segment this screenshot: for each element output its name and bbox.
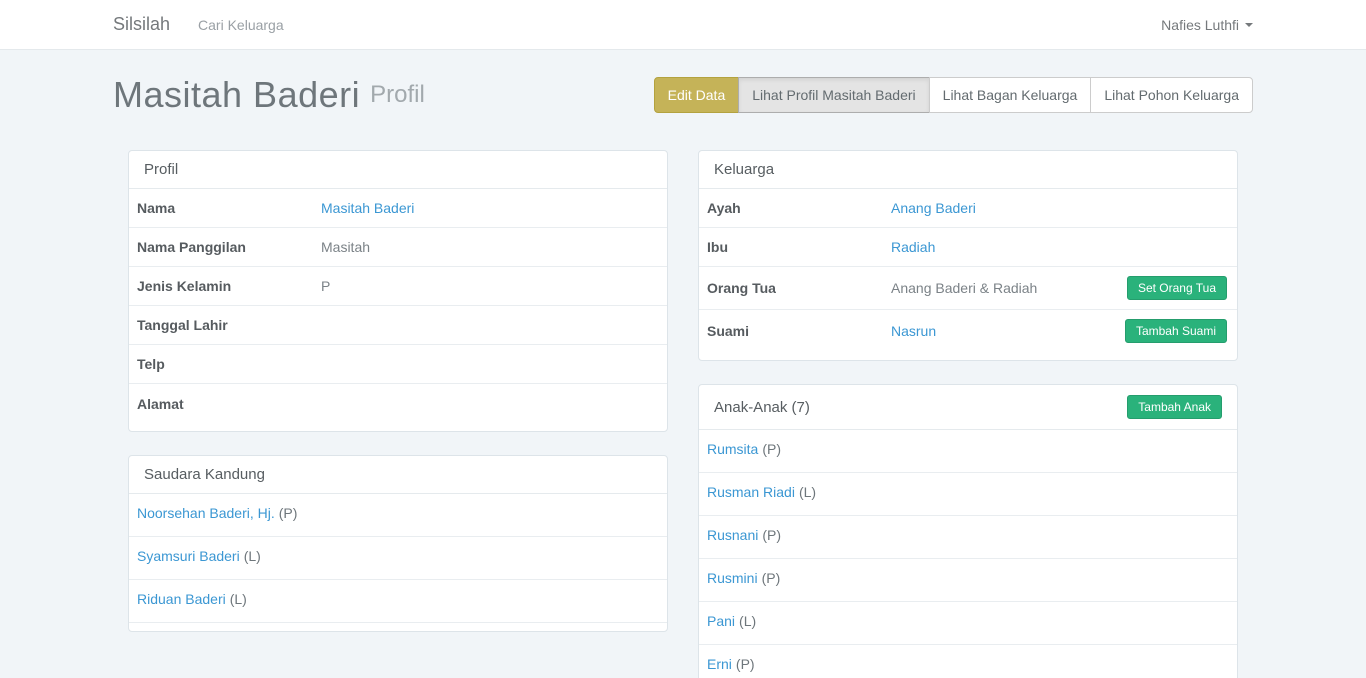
- suami-link[interactable]: Nasrun: [891, 323, 936, 339]
- row-ayah: Ayah Anang Baderi: [699, 189, 1237, 228]
- gender-label: (L): [739, 613, 756, 629]
- row-nama: Nama Masitah Baderi: [129, 189, 667, 228]
- saudara-panel-title: Saudara Kandung: [144, 466, 652, 483]
- row-label: Nama Panggilan: [137, 239, 321, 255]
- profil-panel-title: Profil: [144, 161, 652, 178]
- sibling-row: Syamsuri Baderi(L): [129, 537, 667, 580]
- row-tanggal-lahir: Tanggal Lahir: [129, 306, 667, 345]
- page-title: Masitah Baderi: [113, 74, 360, 116]
- child-link[interactable]: Rusnani: [707, 527, 758, 543]
- user-name: Nafies Luthfi: [1161, 17, 1239, 33]
- keluarga-panel-heading: Keluarga: [699, 151, 1237, 189]
- keluarga-panel-title: Keluarga: [714, 161, 1222, 178]
- anak-panel-heading: Anak-Anak (7) Tambah Anak: [699, 385, 1237, 430]
- child-row: Pani(L): [699, 602, 1237, 645]
- saudara-kandung-panel: Saudara Kandung Noorsehan Baderi, Hj.(P)…: [128, 455, 668, 632]
- gender-label: (L): [230, 591, 247, 607]
- lihat-bagan-button[interactable]: Lihat Bagan Keluarga: [929, 77, 1092, 113]
- row-label: Alamat: [137, 396, 321, 412]
- nama-link[interactable]: Masitah Baderi: [321, 200, 414, 216]
- row-telp: Telp: [129, 345, 667, 384]
- gender-label: (L): [799, 484, 816, 500]
- sibling-row: Noorsehan Baderi, Hj.(P): [129, 494, 667, 537]
- anak-panel-title: Anak-Anak (7): [714, 399, 1127, 416]
- sibling-row: Riduan Baderi(L): [129, 580, 667, 623]
- saudara-panel-heading: Saudara Kandung: [129, 456, 667, 494]
- set-orang-tua-button[interactable]: Set Orang Tua: [1127, 276, 1227, 300]
- child-row: Erni(P): [699, 645, 1237, 678]
- sibling-link[interactable]: Riduan Baderi: [137, 591, 226, 607]
- row-jenis-kelamin: Jenis Kelamin P: [129, 267, 667, 306]
- user-menu[interactable]: Nafies Luthfi: [1161, 17, 1253, 33]
- gender-label: (P): [279, 505, 298, 521]
- row-value: Anang Baderi & Radiah: [891, 280, 1127, 296]
- page-subtitle: Profil: [370, 81, 425, 109]
- anak-anak-panel: Anak-Anak (7) Tambah Anak Rumsita(P) Rus…: [698, 384, 1238, 678]
- row-label: Jenis Kelamin: [137, 278, 321, 294]
- sibling-link[interactable]: Noorsehan Baderi, Hj.: [137, 505, 275, 521]
- gender-label: (P): [762, 527, 781, 543]
- ibu-link[interactable]: Radiah: [891, 239, 935, 255]
- tambah-suami-button[interactable]: Tambah Suami: [1125, 319, 1227, 343]
- gender-label: (L): [244, 548, 261, 564]
- row-value: Masitah: [321, 239, 659, 255]
- profil-panel: Profil Nama Masitah Baderi Nama Panggila…: [128, 150, 668, 432]
- child-link[interactable]: Erni: [707, 656, 732, 672]
- ayah-link[interactable]: Anang Baderi: [891, 200, 976, 216]
- left-column: Profil Nama Masitah Baderi Nama Panggila…: [113, 150, 683, 678]
- row-label: Orang Tua: [707, 280, 891, 296]
- row-label: Telp: [137, 356, 321, 372]
- child-row: Rusman Riadi(L): [699, 473, 1237, 516]
- child-link[interactable]: Rusman Riadi: [707, 484, 795, 500]
- edit-data-button[interactable]: Edit Data: [654, 77, 740, 113]
- child-row: Rusmini(P): [699, 559, 1237, 602]
- main-content: Masitah Baderi Profil Edit Data Lihat Pr…: [98, 74, 1268, 678]
- gender-label: (P): [736, 656, 755, 672]
- row-nama-panggilan: Nama Panggilan Masitah: [129, 228, 667, 267]
- row-suami: Suami Nasrun Tambah Suami: [699, 310, 1237, 352]
- row-label: Nama: [137, 200, 321, 216]
- row-value: P: [321, 278, 659, 294]
- row-label: Suami: [707, 323, 891, 339]
- row-label: Tanggal Lahir: [137, 317, 321, 333]
- row-label: Ibu: [707, 239, 891, 255]
- tambah-anak-button[interactable]: Tambah Anak: [1127, 395, 1222, 419]
- sibling-link[interactable]: Syamsuri Baderi: [137, 548, 240, 564]
- child-link[interactable]: Rusmini: [707, 570, 758, 586]
- lihat-profil-button[interactable]: Lihat Profil Masitah Baderi: [738, 77, 929, 113]
- right-column: Keluarga Ayah Anang Baderi Ibu Radiah Or…: [683, 150, 1253, 678]
- child-link[interactable]: Rumsita: [707, 441, 758, 457]
- keluarga-panel: Keluarga Ayah Anang Baderi Ibu Radiah Or…: [698, 150, 1238, 361]
- child-row: Rumsita(P): [699, 430, 1237, 473]
- top-navbar: Silsilah Cari Keluarga Nafies Luthfi: [0, 0, 1366, 50]
- child-link[interactable]: Pani: [707, 613, 735, 629]
- row-ibu: Ibu Radiah: [699, 228, 1237, 267]
- gender-label: (P): [762, 441, 781, 457]
- row-alamat: Alamat: [129, 384, 667, 423]
- page-header: Masitah Baderi Profil Edit Data Lihat Pr…: [113, 74, 1253, 116]
- app-brand[interactable]: Silsilah: [113, 14, 170, 35]
- row-orang-tua: Orang Tua Anang Baderi & Radiah Set Oran…: [699, 267, 1237, 310]
- chevron-down-icon: [1245, 23, 1253, 27]
- child-row: Rusnani(P): [699, 516, 1237, 559]
- gender-label: (P): [762, 570, 781, 586]
- profil-panel-heading: Profil: [129, 151, 667, 189]
- lihat-pohon-button[interactable]: Lihat Pohon Keluarga: [1090, 77, 1253, 113]
- profile-actions-group: Edit Data Lihat Profil Masitah Baderi Li…: [654, 77, 1253, 113]
- nav-cari-keluarga[interactable]: Cari Keluarga: [198, 17, 284, 33]
- row-label: Ayah: [707, 200, 891, 216]
